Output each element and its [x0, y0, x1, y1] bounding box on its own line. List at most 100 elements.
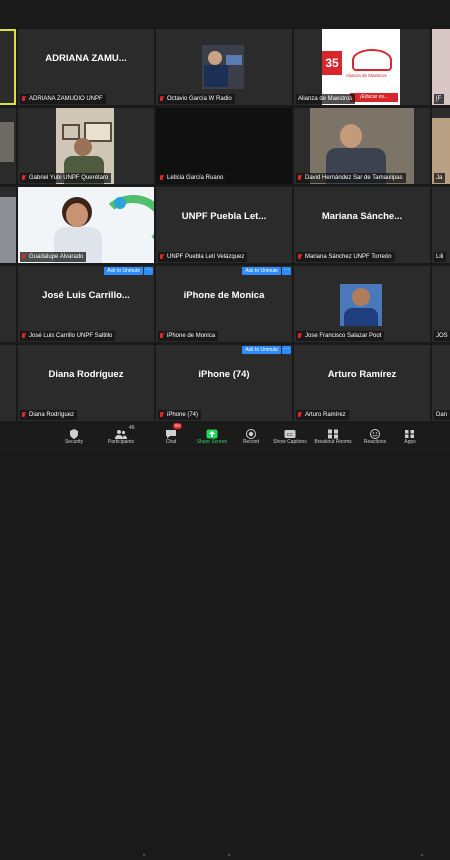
- video-tile-arturo-ramirez[interactable]: Arturo Ramírez Arturo Ramírez: [294, 345, 430, 421]
- video-feed: [0, 197, 16, 263]
- chat-unread-badge: 94: [173, 423, 183, 429]
- person-head: [66, 203, 88, 227]
- muted-mic-icon: [22, 412, 26, 418]
- participant-name-label: Mariana Sánchez UNPF Torreón: [296, 252, 395, 262]
- participant-name-label: David Hernández Sar de Tamaulipas: [296, 173, 406, 183]
- video-tile-jose-francisco-salazar[interactable]: Jose Francisco Salazar Poot: [294, 266, 430, 342]
- captions-icon: CC: [284, 426, 296, 438]
- participant-name-label: Guadalupe Alvarado: [20, 252, 87, 262]
- muted-mic-icon: [22, 175, 26, 181]
- participant-name-label: ADRIANA ZAMUDIO UNPF: [20, 94, 106, 104]
- share-caret-icon[interactable]: ^: [228, 854, 230, 860]
- video-tile-adriana-zamudio[interactable]: ADRIANA ZAMU... ADRIANA ZAMUDIO UNPF: [18, 29, 154, 105]
- record-button[interactable]: Record: [231, 426, 271, 448]
- chat-button[interactable]: 94 Chat: [151, 423, 191, 448]
- shield-icon: [68, 426, 80, 439]
- ask-to-unmute-button[interactable]: Ask to Unmute: [242, 346, 281, 354]
- video-tile-leticia-garcia[interactable]: Leticia García Ruano: [156, 108, 292, 184]
- muted-mic-icon: [22, 96, 26, 102]
- participant-name-label: Ja: [434, 173, 446, 183]
- more-options-button[interactable]: ···: [282, 346, 291, 354]
- video-tile-jose-luis-carrillo[interactable]: Ask to Unmute ··· José Luis Carrillo... …: [18, 266, 154, 342]
- apps-icon: [404, 426, 416, 438]
- chat-icon: 94: [165, 423, 183, 439]
- video-tile-right-edge-1[interactable]: [F: [432, 29, 450, 105]
- person-head: [340, 124, 362, 148]
- participant-display-name: Diana Rodríguez: [48, 369, 124, 380]
- participants-button[interactable]: 46 Participants: [101, 425, 141, 448]
- video-tile-left-edge-2[interactable]: [0, 108, 16, 184]
- ask-to-unmute-button[interactable]: Ask to Unmute: [242, 267, 281, 275]
- muted-mic-icon: [160, 333, 164, 339]
- apps-button[interactable]: Apps: [390, 426, 430, 448]
- participant-name-label: Jose Francisco Salazar Poot: [296, 331, 385, 341]
- video-tile-left-edge-4[interactable]: [0, 266, 16, 342]
- video-tile-right-edge-2[interactable]: Ja: [432, 108, 450, 184]
- reactions-button[interactable]: Reactions: [355, 426, 395, 448]
- participant-display-name: ADRIANA ZAMU...: [45, 53, 127, 64]
- participant-display-name: UNPF Puebla Let...: [181, 211, 267, 222]
- apps-caret-icon[interactable]: ^: [421, 854, 423, 860]
- more-options-button[interactable]: ···: [282, 267, 291, 275]
- person-head: [208, 51, 222, 65]
- poster-caption: Alianza de Maestros: [346, 73, 387, 78]
- video-tile-right-edge-5[interactable]: Dan: [432, 345, 450, 421]
- video-tile-octavio-garcia[interactable]: Octavio García W Radio: [156, 29, 292, 105]
- video-tile-mariana-sanchez[interactable]: Mariana Sánche... Mariana Sánchez UNPF T…: [294, 187, 430, 263]
- muted-mic-icon: [160, 175, 164, 181]
- person-head: [74, 138, 92, 156]
- participant-name-label: Gabriel Yubi UNPF Querétaro: [20, 173, 112, 183]
- participant-name-label: iPhone de Monica: [158, 331, 219, 341]
- more-options-button[interactable]: ···: [144, 267, 153, 275]
- breakout-rooms-button[interactable]: Breakout Rooms: [313, 426, 353, 448]
- muted-mic-icon: [160, 96, 164, 102]
- security-button[interactable]: Security: [54, 426, 94, 448]
- video-tile-unpf-puebla[interactable]: UNPF Puebla Let... UNPF Puebla Leti Velá…: [156, 187, 292, 263]
- participant-name-label: Diana Rodríguez: [20, 410, 78, 420]
- participant-display-name: Mariana Sánche...: [321, 211, 403, 222]
- video-tile-left-edge-1[interactable]: [0, 29, 16, 105]
- participants-caret-icon[interactable]: ^: [143, 854, 145, 860]
- svg-text:CC: CC: [287, 432, 294, 437]
- muted-mic-icon: [298, 254, 302, 260]
- show-captions-button[interactable]: CC Show Captions: [270, 426, 310, 448]
- poster-number: 35: [322, 51, 342, 75]
- participant-name-label: Arturo Ramírez: [296, 410, 349, 420]
- share-screen-button[interactable]: Share Screen: [192, 426, 232, 448]
- video-tile-iphone-74[interactable]: Ask to Unmute ··· iPhone (74) iPhone (74…: [156, 345, 292, 421]
- person-body: [344, 308, 378, 326]
- participants-icon: 46: [115, 425, 135, 439]
- muted-mic-icon: [160, 412, 164, 418]
- screen-background: [226, 55, 242, 65]
- ask-to-unmute-button[interactable]: Ask to Unmute: [104, 267, 143, 275]
- video-tile-gabriel-yubi[interactable]: Gabriel Yubi UNPF Querétaro: [18, 108, 154, 184]
- participant-name-label: [F: [434, 94, 445, 104]
- breakout-rooms-icon: [327, 426, 339, 439]
- muted-mic-icon: [22, 333, 26, 339]
- participant-display-name: iPhone (74): [198, 369, 250, 380]
- participant-name-label: Leticia García Ruano: [158, 173, 227, 183]
- participant-name-label: UNPF Puebla Leti Velázquez: [158, 252, 248, 262]
- share-screen-icon: [206, 426, 218, 439]
- video-tile-diana-rodriguez[interactable]: Diana Rodríguez Diana Rodríguez: [18, 345, 154, 421]
- wall-frame: [62, 124, 80, 140]
- video-tile-iphone-de-monica[interactable]: Ask to Unmute ··· iPhone de Monica iPhon…: [156, 266, 292, 342]
- video-tile-left-edge-5[interactable]: [0, 345, 16, 421]
- background-logo-dot: [114, 197, 126, 209]
- person-head: [352, 288, 370, 306]
- video-tile-guadalupe-alvarado[interactable]: Guadalupe Alvarado: [18, 187, 154, 263]
- record-icon: [245, 426, 257, 439]
- video-tile-david-hernandez[interactable]: David Hernández Sar de Tamaulipas: [294, 108, 430, 184]
- video-tile-right-edge-4[interactable]: JOS: [432, 266, 450, 342]
- meeting-toolbar: Security 46 Participants ^ 94 Chat Share…: [0, 423, 450, 860]
- participant-name-label: Octavio García W Radio: [158, 94, 235, 104]
- logo-icon: [352, 49, 392, 71]
- video-tile-left-edge-3[interactable]: [0, 187, 16, 263]
- video-tile-alianza-de-maestros[interactable]: 35 Alianza de Maestros ¡Educar es... Ali…: [294, 29, 430, 105]
- video-tile-right-edge-3[interactable]: Lili: [432, 187, 450, 263]
- participant-display-name: iPhone de Monica: [183, 290, 265, 301]
- muted-mic-icon: [298, 175, 302, 181]
- participants-count: 46: [129, 425, 135, 431]
- participant-name-label: iPhone (74): [158, 410, 202, 420]
- participant-name-label: JOS: [434, 331, 450, 341]
